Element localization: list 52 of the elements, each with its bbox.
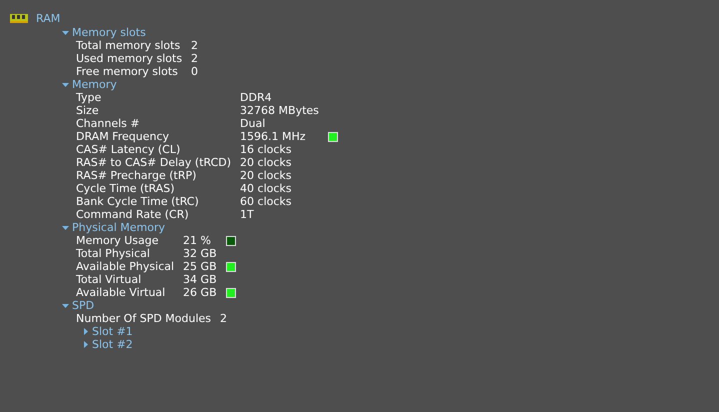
property-value: 26 GB bbox=[183, 286, 217, 299]
property-value: 20 clocks bbox=[240, 169, 293, 182]
tree-node-label[interactable]: RAM bbox=[36, 12, 60, 24]
property-label: Size bbox=[76, 104, 100, 117]
property-label: Number Of SPD Modules bbox=[76, 312, 212, 325]
property-value: 40 clocks bbox=[240, 182, 293, 195]
property-value: 1T bbox=[240, 208, 255, 221]
property-label: Memory Usage bbox=[76, 234, 160, 247]
collapsed-arrow-icon[interactable] bbox=[82, 328, 89, 335]
property-label: DRAM Frequency bbox=[76, 130, 170, 143]
property-label: Total Physical bbox=[76, 247, 151, 260]
property-value: Dual bbox=[240, 117, 266, 130]
section-header[interactable]: Physical Memory bbox=[72, 221, 165, 234]
property-value: DDR4 bbox=[240, 91, 273, 104]
property-value: 2 bbox=[191, 39, 198, 52]
property-value: 2 bbox=[191, 52, 198, 65]
property-label: Total memory slots bbox=[76, 39, 182, 52]
property-label: Free memory slots bbox=[76, 65, 179, 78]
property-value: 25 GB bbox=[183, 260, 217, 273]
property-label: Channels # bbox=[76, 117, 141, 130]
property-label: Command Rate (CR) bbox=[76, 208, 190, 221]
property-label: Type bbox=[76, 91, 102, 104]
section-header[interactable]: SPD bbox=[72, 299, 94, 312]
expanded-arrow-icon[interactable] bbox=[62, 224, 69, 231]
property-label: Used memory slots bbox=[76, 52, 182, 65]
property-value: 32 GB bbox=[183, 247, 217, 260]
section-header[interactable]: Memory bbox=[72, 78, 117, 91]
expanded-arrow-icon[interactable] bbox=[62, 302, 69, 309]
property-value: 0 bbox=[191, 65, 198, 78]
property-label: RAS# Precharge (tRP) bbox=[76, 169, 198, 182]
property-value: 1596.1 MHz bbox=[240, 130, 307, 143]
memory-module-icon bbox=[10, 14, 28, 23]
collapsed-arrow-icon[interactable] bbox=[82, 341, 89, 348]
property-value: 34 GB bbox=[183, 273, 217, 286]
expanded-arrow-icon[interactable] bbox=[62, 81, 69, 88]
property-label: RAS# to CAS# Delay (tRCD) bbox=[76, 156, 232, 169]
property-label: CAS# Latency (CL) bbox=[76, 143, 182, 156]
property-label: Available Virtual bbox=[76, 286, 166, 299]
property-value: 32768 MBytes bbox=[240, 104, 319, 117]
property-value: 60 clocks bbox=[240, 195, 293, 208]
expanded-arrow-icon[interactable] bbox=[62, 29, 69, 36]
tree-node-label[interactable]: Slot #2 bbox=[92, 338, 133, 351]
property-label: Total Virtual bbox=[76, 273, 142, 286]
tree-node-label[interactable]: Slot #1 bbox=[92, 325, 133, 338]
property-value: 20 clocks bbox=[240, 156, 293, 169]
property-value: 21 % bbox=[183, 234, 212, 247]
property-label: Cycle Time (tRAS) bbox=[76, 182, 176, 195]
property-value: 2 bbox=[220, 312, 228, 325]
property-label: Available Physical bbox=[76, 260, 174, 273]
section-header[interactable]: Memory slots bbox=[72, 26, 146, 39]
property-value: 16 clocks bbox=[240, 143, 293, 156]
property-label: Bank Cycle Time (tRC) bbox=[76, 195, 200, 208]
